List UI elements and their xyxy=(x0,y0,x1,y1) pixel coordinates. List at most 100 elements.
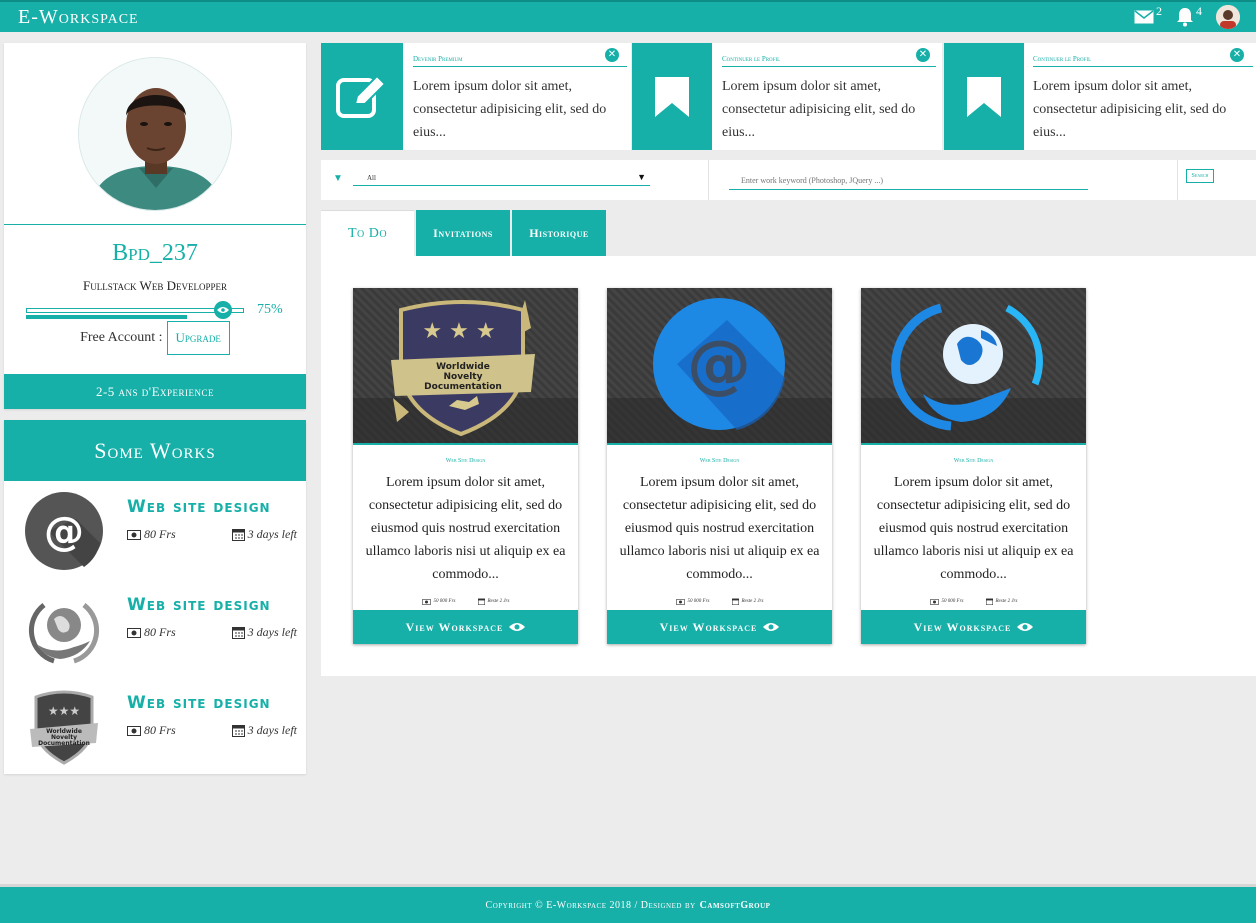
notifications-count: 4 xyxy=(1196,3,1202,18)
category-select[interactable]: All ▼ xyxy=(353,172,650,186)
card-meta: 50 000 Frs Reste 2 Jrs xyxy=(607,598,832,605)
progress-knob[interactable] xyxy=(214,301,232,319)
work-name[interactable]: Web site design xyxy=(127,497,271,517)
calendar-icon xyxy=(985,598,993,605)
envelope-icon xyxy=(1134,10,1154,24)
close-icon[interactable]: ✕ xyxy=(605,48,619,62)
tab-historique[interactable]: Historique xyxy=(510,210,606,256)
card-category: Web Site Design xyxy=(953,458,994,464)
card-price: 50 000 Frs xyxy=(687,599,710,604)
notifications-button[interactable]: 4 xyxy=(1176,3,1202,27)
profile-card: Bpd_237 Fullstack Web Developper 75% Fre… xyxy=(4,43,306,409)
view-workspace-button[interactable]: View Workspace xyxy=(607,610,832,644)
upgrade-button[interactable]: Upgrade xyxy=(166,321,230,355)
filter-bar: ▼ All ▼ Search xyxy=(321,160,1256,200)
search-input[interactable] xyxy=(729,172,1088,190)
work-price: 80 Frs xyxy=(144,527,176,541)
progress-track xyxy=(26,308,244,313)
close-icon[interactable]: ✕ xyxy=(916,48,930,62)
card-image: Worldwide Novelty Documentation ★ ★ ★ xyxy=(353,288,578,445)
calendar-icon xyxy=(231,627,245,639)
divider xyxy=(708,160,709,200)
card-description: Lorem ipsum dolor sit amet, consectetur … xyxy=(619,475,820,582)
messages-count: 2 xyxy=(1156,3,1162,18)
notification-title: Continuer le Profil xyxy=(1033,55,1253,67)
user-avatar[interactable] xyxy=(1216,5,1240,29)
badge-line-2: Novelty xyxy=(444,372,483,382)
eye-icon xyxy=(217,307,229,313)
calendar-icon xyxy=(477,598,485,605)
profile-role: Fullstack Web Developper xyxy=(83,278,227,293)
edit-icon xyxy=(336,74,387,118)
bell-icon xyxy=(1177,8,1193,27)
work-item[interactable]: @ Web site design 80 Frs 3 days left xyxy=(24,491,300,571)
experience-band: 2-5 ans d'Experience xyxy=(4,374,306,409)
card-meta: 50 000 Frs Reste 2 Jrs xyxy=(861,598,1086,605)
some-works-title: Some Works xyxy=(4,420,306,481)
globe-hand-icon xyxy=(861,303,1086,443)
notification-text: Lorem ipsum dolor sit amet, consectetur … xyxy=(722,79,916,140)
work-price: 80 Frs xyxy=(144,625,176,639)
work-name[interactable]: Web site design xyxy=(127,595,271,615)
footer: Copyright © E-Workspace 2018 / Designed … xyxy=(0,884,1256,923)
tabs-bar: To Do Invitations Historique xyxy=(321,210,606,256)
svg-text:@: @ xyxy=(44,509,84,555)
search-button[interactable]: Search xyxy=(1186,169,1214,183)
account-label: Free Account : xyxy=(80,330,163,345)
notification-card: Devenir Premium ✕ Lorem ipsum dolor sit … xyxy=(321,43,631,150)
eye-icon xyxy=(763,623,780,631)
notification-card: Continuer le Profil ✕ Lorem ipsum dolor … xyxy=(632,43,942,150)
account-row: Free Account : Upgrade xyxy=(4,321,306,355)
work-item[interactable]: Web site design 80 Frs 3 days left xyxy=(24,589,300,669)
money-icon xyxy=(127,529,141,540)
work-item[interactable]: Worldwide Novelty Documentation ★★★ Web … xyxy=(24,687,300,767)
view-workspace-button[interactable]: View Workspace xyxy=(353,610,578,644)
workspace-card: Worldwide Novelty Documentation ★ ★ ★ We… xyxy=(353,288,578,644)
badge-line-3: Documentation xyxy=(424,382,502,392)
money-icon xyxy=(127,725,141,736)
filter-icon: ▼ xyxy=(333,173,343,184)
card-image xyxy=(861,288,1086,445)
view-workspace-label: View Workspace xyxy=(405,619,504,634)
view-workspace-button[interactable]: View Workspace xyxy=(861,610,1086,644)
notification-text: Lorem ipsum dolor sit amet, consectetur … xyxy=(1033,79,1227,140)
notification-card: Continuer le Profil ✕ Lorem ipsum dolor … xyxy=(944,43,1256,150)
calendar-icon xyxy=(731,598,739,605)
progress-percent: 75% xyxy=(257,302,283,317)
brand-logo[interactable]: E-Workspace xyxy=(18,6,139,29)
work-deadline: 3 days left xyxy=(247,723,297,737)
caret-down-icon: ▼ xyxy=(637,172,646,182)
svg-text:★★★: ★★★ xyxy=(48,704,80,718)
tab-invitations[interactable]: Invitations xyxy=(414,210,510,256)
footer-designer-link[interactable]: CamsoftGroup xyxy=(700,900,771,911)
photo-divider xyxy=(4,224,306,225)
money-icon xyxy=(929,598,939,605)
bookmark-icon xyxy=(967,76,1001,117)
work-name[interactable]: Web site design xyxy=(127,693,271,713)
workspace-card: Web Site Design Lorem ipsum dolor sit am… xyxy=(861,288,1086,644)
card-deadline: Reste 2 Jrs xyxy=(995,599,1018,604)
badge-line-3: Documentation xyxy=(38,740,90,747)
tab-to-do[interactable]: To Do xyxy=(321,210,414,256)
view-workspace-label: View Workspace xyxy=(913,619,1012,634)
profile-username: Bpd_237 xyxy=(112,240,198,266)
footer-copyright: Copyright © E-Workspace 2018 / Designed … xyxy=(485,899,696,911)
card-deadline: Reste 2 Jrs xyxy=(487,599,510,604)
messages-button[interactable]: 2 xyxy=(1134,4,1162,25)
at-sign-icon: @ xyxy=(25,492,103,570)
work-deadline: 3 days left xyxy=(247,625,297,639)
category-select-value: All xyxy=(367,174,376,182)
workspace-card: @ Web Site Design Lorem ipsum dolor sit … xyxy=(607,288,832,644)
card-price: 50 000 Frs xyxy=(941,599,964,604)
close-icon[interactable]: ✕ xyxy=(1230,48,1244,62)
card-deadline: Reste 2 Jrs xyxy=(741,599,764,604)
eye-icon xyxy=(1017,623,1034,631)
card-category: Web Site Design xyxy=(445,458,486,464)
profile-photo xyxy=(78,57,232,211)
badge-icon: Worldwide Novelty Documentation ★ ★ ★ xyxy=(353,300,578,443)
top-icons: 2 4 xyxy=(1134,3,1240,29)
view-workspace-label: View Workspace xyxy=(659,619,758,634)
notification-title: Devenir Premium xyxy=(413,55,627,67)
card-description: Lorem ipsum dolor sit amet, consectetur … xyxy=(873,475,1074,582)
eye-icon xyxy=(509,623,526,631)
